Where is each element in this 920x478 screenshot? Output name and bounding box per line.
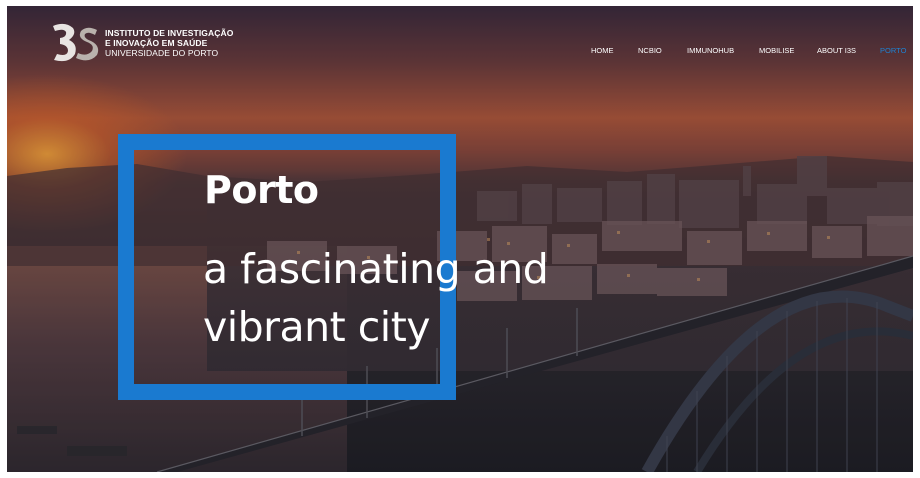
hero-subtitle-line-1: a fascinating and — [203, 245, 549, 293]
hero-subtitle: a fascinating and vibrant city — [203, 240, 549, 356]
nav-item-home[interactable]: HOME — [591, 46, 614, 55]
nav-item-about-i3s[interactable]: ABOUT I3S — [817, 46, 856, 55]
nav-item-mobilise[interactable]: MOBILISE — [759, 46, 794, 55]
hero-title: Porto — [204, 168, 319, 212]
hero-subtitle-line-2: vibrant city — [203, 303, 431, 351]
nav-item-immunohub[interactable]: IMMUNOHUB — [687, 46, 734, 55]
main-nav: HOME NCBIO IMMUNOHUB MOBILISE ABOUT I3S … — [0, 0, 920, 60]
nav-item-porto[interactable]: PORTO — [880, 46, 906, 55]
nav-item-ncbio[interactable]: NCBIO — [638, 46, 662, 55]
